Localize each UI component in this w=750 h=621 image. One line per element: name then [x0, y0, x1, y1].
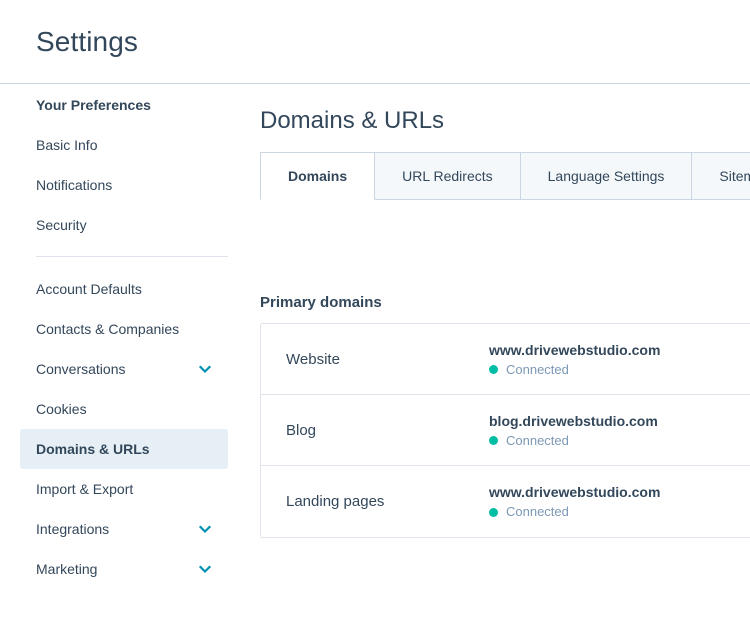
sidebar-group-account: Account Defaults Contacts & Companies Conv… [0, 269, 250, 589]
sidebar-item-import-export[interactable]: Import & Export [20, 469, 228, 509]
main-content: Domains & URLs Domains URL Redirects Langu… [250, 85, 750, 621]
chevron-down-icon [198, 365, 212, 374]
status-dot-icon [489, 436, 498, 445]
sidebar-item-label: Marketing [36, 561, 98, 577]
sidebar-item-label: Account Defaults [36, 281, 142, 297]
page-title: Settings [36, 26, 138, 57]
sidebar-item-label: Integrations [36, 521, 110, 537]
sidebar-item-conversations[interactable]: Conversations [20, 349, 228, 389]
sidebar-item-label: Cookies [36, 401, 87, 417]
primary-domains-heading: Primary domains [260, 294, 382, 311]
sidebar-item-integrations[interactable]: Integrations [20, 509, 228, 549]
tab-label: Language Settings [547, 168, 665, 184]
tab-domains[interactable]: Domains [260, 152, 376, 200]
settings-tabs: Domains URL Redirects Language Settings Sit… [260, 152, 750, 200]
chevron-down-icon [198, 525, 212, 534]
chevron-down-icon [198, 565, 212, 574]
sidebar-item-label: Import & Export [36, 481, 134, 497]
domain-type-label: Blog [286, 421, 317, 439]
sidebar-item-label: Contacts & Companies [36, 321, 180, 337]
tab-sitemap[interactable]: Sitemap [692, 152, 750, 200]
domain-name[interactable]: blog.drivewebstudio.com [489, 412, 750, 430]
sidebar-item-marketing[interactable]: Marketing [20, 549, 228, 589]
sidebar-item-contacts-companies[interactable]: Contacts & Companies [20, 309, 228, 349]
sidebar-divider [36, 256, 228, 257]
sidebar-item-security[interactable]: Security [20, 205, 228, 245]
sidebar-item-label: Your Preferences [36, 97, 151, 113]
domain-row: Website www.drivewebstudio.com Connected [261, 324, 750, 395]
tab-url-redirects[interactable]: URL Redirects [375, 152, 521, 200]
domain-name[interactable]: www.drivewebstudio.com [489, 341, 750, 359]
primary-domains-table: Website www.drivewebstudio.com Connected Bl… [260, 323, 750, 538]
sidebar-item-domains-urls[interactable]: Domains & URLs [20, 429, 228, 469]
settings-sidebar: Your Preferences Basic Info Notifications S… [0, 85, 250, 621]
domain-row: Blog blog.drivewebstudio.com Connected [261, 395, 750, 466]
status-dot-icon [489, 365, 498, 374]
sidebar-heading-your-preferences: Your Preferences [20, 85, 228, 125]
status-badge: Connected [489, 504, 750, 520]
status-badge: Connected [489, 362, 750, 378]
domain-info: www.drivewebstudio.com Connected [489, 483, 750, 520]
tab-label: Sitemap [719, 168, 750, 184]
settings-page: Settings Your Preferences Basic Info Notif… [0, 0, 750, 621]
sidebar-group-preferences: Your Preferences Basic Info Notifications S… [0, 85, 250, 245]
status-dot-icon [489, 507, 498, 517]
sidebar-item-account-defaults[interactable]: Account Defaults [20, 269, 228, 309]
status-badge: Connected [489, 433, 750, 449]
status-label: Connected [506, 504, 569, 519]
sidebar-item-label: Security [36, 217, 87, 233]
sidebar-item-notifications[interactable]: Notifications [20, 165, 228, 205]
domain-type-label: Website [286, 350, 340, 368]
tab-label: URL Redirects [402, 168, 493, 184]
tab-language-settings[interactable]: Language Settings [520, 152, 693, 200]
status-label: Connected [506, 361, 569, 377]
status-label: Connected [506, 432, 569, 448]
domain-row: Landing pages www.drivewebstudio.com Conne… [261, 466, 750, 537]
sidebar-item-label: Notifications [36, 177, 113, 193]
domain-name[interactable]: www.drivewebstudio.com [489, 483, 750, 501]
sidebar-item-label: Basic Info [36, 137, 98, 153]
domain-info: blog.drivewebstudio.com Connected [489, 412, 750, 449]
domain-type-label: Landing pages [286, 493, 385, 510]
page-header: Settings [0, 0, 750, 84]
domain-info: www.drivewebstudio.com Connected [489, 341, 750, 378]
section-title: Domains & URLs [260, 107, 445, 134]
sidebar-item-label: Domains & URLs [36, 441, 150, 457]
sidebar-item-basic-info[interactable]: Basic Info [20, 125, 228, 165]
sidebar-item-cookies[interactable]: Cookies [20, 389, 228, 429]
tab-label: Domains [288, 168, 348, 184]
sidebar-item-label: Conversations [36, 361, 126, 377]
